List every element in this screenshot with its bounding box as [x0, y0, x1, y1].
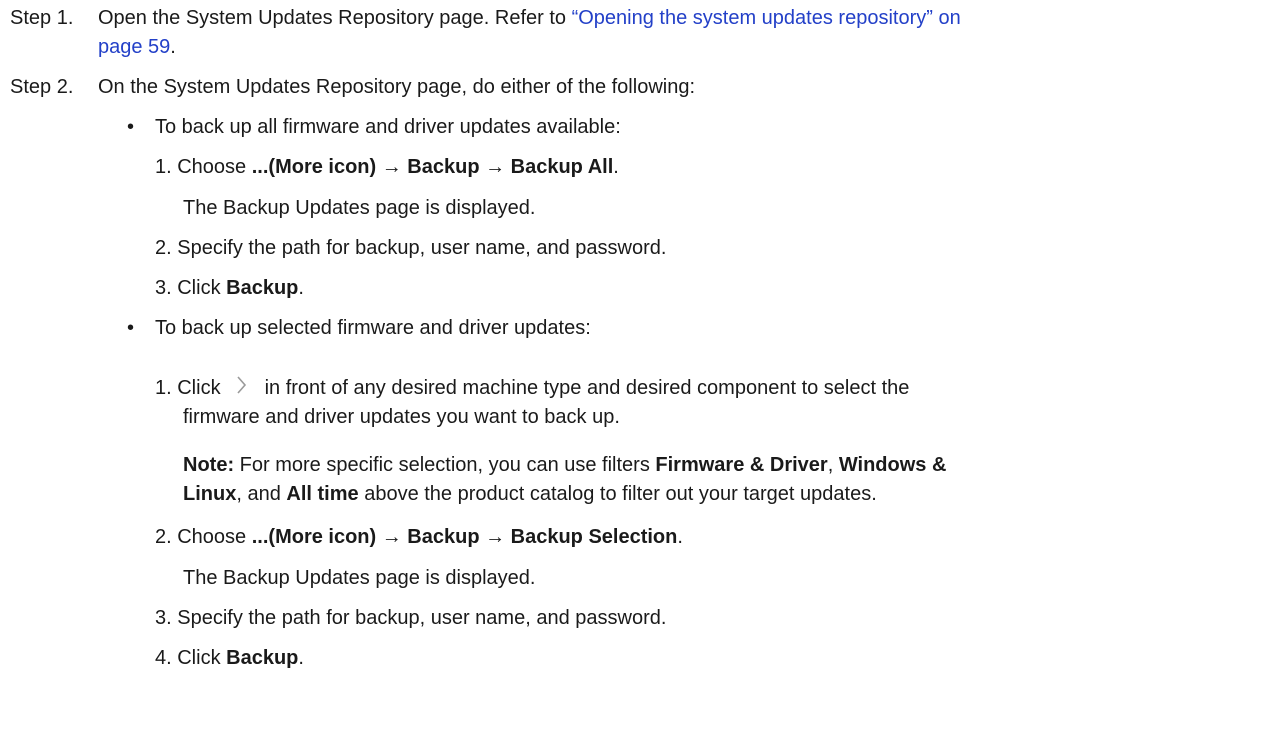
note-line-2: Linux, and All time above the product ca…: [183, 480, 877, 509]
sel-item-2-num: 2. Choose: [155, 526, 252, 548]
item-1-num: 1. Choose: [155, 156, 252, 178]
bullet-all-item-1: 1. Choose ...(More icon) → Backup → Back…: [155, 153, 619, 182]
sel-item-2-end: .: [677, 526, 683, 548]
step-2-text: On the System Updates Repository page, d…: [98, 76, 696, 98]
note-text-2: ,: [827, 454, 839, 476]
item-1-end: .: [613, 156, 619, 178]
sel-item-2-menu-path: ...(More icon) → Backup → Backup Selecti…: [251, 526, 678, 548]
item-3-num: 3. Click: [155, 277, 227, 299]
bullet-sel-item-4: 4. Click Backup.: [155, 644, 304, 673]
item-1-text-line1: in front of any desired machine type and…: [264, 377, 910, 399]
bullet-sel-item-2-result: The Backup Updates page is displayed.: [183, 567, 536, 589]
step-1-body: Open the System Updates Repository page.…: [98, 7, 572, 29]
note-label: Note:: [183, 454, 235, 476]
bullet-sel-item-1-cont: firmware and driver updates you want to …: [183, 406, 620, 428]
bullet-sel-text: To back up selected firmware and driver …: [155, 317, 591, 339]
filter-all-time: All time: [286, 483, 359, 505]
note-text-3: , and: [236, 483, 287, 505]
bullet-all-item-3: 3. Click Backup.: [155, 274, 304, 303]
item-1-menu-path: ...(More icon) → Backup → Backup All: [251, 156, 614, 178]
item-1-prefix: 1. Click: [155, 377, 221, 399]
sel-item-4-bold: Backup: [226, 647, 299, 669]
note-text-4: above the product catalog to filter out …: [358, 483, 877, 505]
bullet-all-marker: •: [127, 116, 135, 138]
note-line-1: Note: For more specific selection, you c…: [183, 451, 946, 480]
sel-item-4-num: 4. Click: [155, 647, 227, 669]
bullet-sel-item-3: 3. Specify the path for backup, user nam…: [155, 607, 667, 629]
step-1-text: Open the System Updates Repository page.…: [98, 4, 961, 33]
bullet-sel-item-1: 1. Click in front of any desired machine …: [155, 374, 909, 406]
bullet-all-item-2: 2. Specify the path for backup, user nam…: [155, 237, 667, 259]
step-1-end: .: [170, 36, 176, 58]
sel-item-4-end: .: [298, 647, 304, 669]
bullet-sel-marker: •: [127, 317, 135, 339]
bullet-all-text: To back up all firmware and driver updat…: [155, 116, 621, 138]
chevron-right-icon: [229, 375, 253, 406]
filter-windows-linux-a: Windows &: [838, 454, 947, 476]
step-1-link-line1[interactable]: “Opening the system updates repository” …: [572, 7, 961, 29]
item-3-end: .: [298, 277, 304, 299]
step-1-label: Step 1.: [10, 7, 74, 29]
filter-windows-linux-b: Linux: [183, 483, 237, 505]
step-1-text-cont: page 59.: [98, 33, 176, 62]
bullet-all-item-1-result: The Backup Updates page is displayed.: [183, 197, 536, 219]
item-3-bold: Backup: [226, 277, 299, 299]
bullet-sel-item-2: 2. Choose ...(More icon) → Backup → Back…: [155, 523, 683, 552]
document-page: Step 1. Open the System Updates Reposito…: [0, 0, 1284, 753]
step-1-link-line2[interactable]: page 59: [98, 36, 170, 58]
note-text-1: For more specific selection, you can use…: [234, 454, 656, 476]
filter-firmware-driver: Firmware & Driver: [655, 454, 828, 476]
step-2-label: Step 2.: [10, 76, 74, 98]
